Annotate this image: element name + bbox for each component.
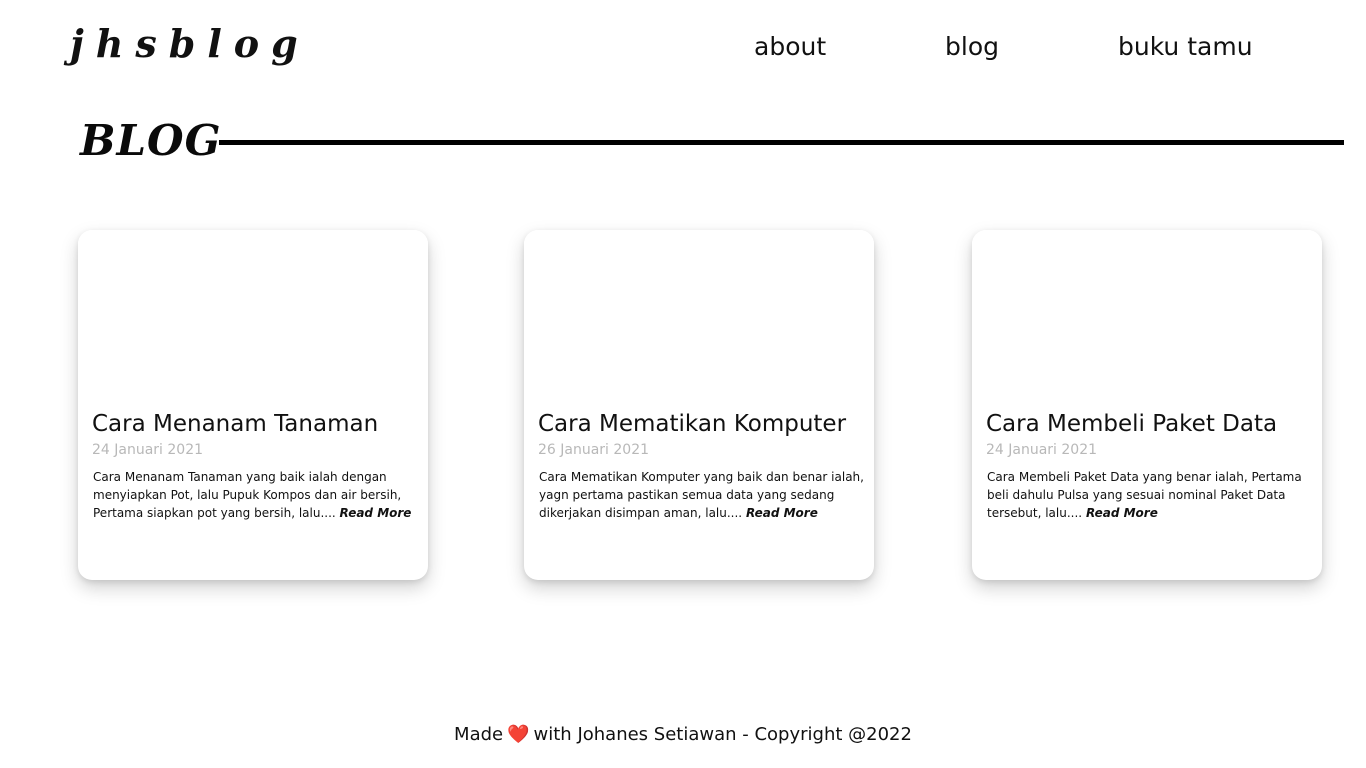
read-more-link[interactable]: Read More [746, 506, 818, 520]
heart-icon: ❤️ [507, 724, 530, 745]
card-excerpt: Cara Menanam Tanaman yang baik ialah den… [93, 468, 419, 522]
read-more-link[interactable]: Read More [1086, 506, 1158, 520]
card-image [524, 230, 874, 398]
nav-link-about[interactable]: about [754, 30, 826, 64]
card-image [972, 230, 1322, 398]
blog-card[interactable]: Cara Mematikan Komputer 26 Januari 2021 … [524, 230, 874, 580]
site-footer: Made ❤️ with Johanes Setiawan - Copyright … [0, 722, 1366, 748]
nav-link-blog[interactable]: blog [945, 30, 999, 64]
card-image [78, 230, 428, 398]
card-date: 26 Januari 2021 [538, 442, 650, 458]
blog-card[interactable]: Cara Membeli Paket Data 24 Januari 2021 … [972, 230, 1322, 580]
footer-credit: with Johanes Setiawan - Copyright @2022 [533, 724, 912, 745]
card-date: 24 Januari 2021 [92, 442, 204, 458]
section-title: BLOG [80, 116, 222, 165]
card-title[interactable]: Cara Mematikan Komputer [538, 408, 846, 440]
card-title[interactable]: Cara Membeli Paket Data [986, 408, 1277, 440]
card-excerpt: Cara Membeli Paket Data yang benar ialah… [987, 468, 1313, 522]
blog-card[interactable]: Cara Menanam Tanaman 24 Januari 2021 Car… [78, 230, 428, 580]
section-divider [219, 140, 1344, 145]
card-excerpt: Cara Mematikan Komputer yang baik dan be… [539, 468, 869, 522]
footer-prefix: Made [454, 724, 504, 745]
site-logo[interactable]: jhsblog [70, 18, 310, 70]
card-date: 24 Januari 2021 [986, 442, 1098, 458]
page: jhsblog about blog buku tamu BLOG Cara M… [0, 0, 1366, 768]
card-title[interactable]: Cara Menanam Tanaman [92, 408, 378, 440]
read-more-link[interactable]: Read More [340, 506, 412, 520]
nav-link-buku-tamu[interactable]: buku tamu [1118, 30, 1253, 64]
